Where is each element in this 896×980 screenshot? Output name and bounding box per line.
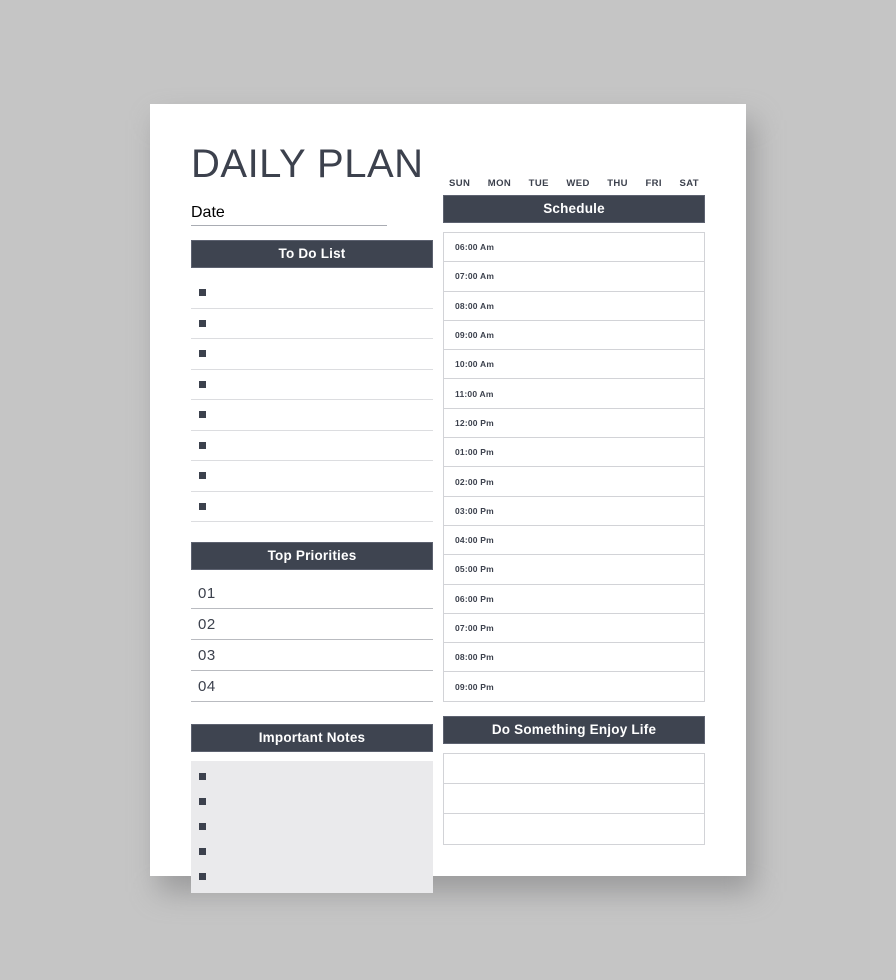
schedule-time-label: 09:00 Pm [455,681,494,692]
schedule-time-label: 03:00 Pm [455,505,494,516]
filled-square-icon [199,441,206,449]
filled-square-icon [199,823,206,830]
todo-row[interactable] [191,400,433,431]
filled-square-icon [199,411,206,419]
schedule-time-label: 06:00 Am [455,242,495,253]
note-row[interactable] [199,873,433,898]
schedule-row[interactable]: 10:00 Am [444,350,704,380]
schedule-time-label: 02:00 Pm [455,476,494,487]
schedule-row[interactable]: 06:00 Am [444,233,704,263]
schedule-row[interactable]: 02:00 Pm [444,467,704,497]
weekday-label-fri[interactable]: FRI [645,178,662,189]
weekday-label-wed[interactable]: WED [566,178,589,189]
top-priorities-heading: Top Priorities [191,542,433,570]
priority-row[interactable]: 03 [191,640,433,671]
filled-square-icon [199,798,206,805]
schedule-row[interactable]: 01:00 Pm [444,438,704,468]
date-field[interactable]: Date [191,204,387,226]
todo-row[interactable] [191,309,433,339]
todo-list-rows [191,278,433,522]
todo-row[interactable] [191,339,433,370]
schedule-row[interactable]: 07:00 Am [444,262,704,292]
schedule-time-label: 11:00 Am [455,388,494,399]
schedule-time-label: 08:00 Am [455,300,495,311]
priority-row[interactable]: 02 [191,609,433,640]
todo-row[interactable] [191,492,433,522]
weekday-label-mon[interactable]: MON [488,178,511,189]
priority-number: 01 [198,584,216,602]
schedule-row[interactable]: 05:00 Pm [444,555,704,585]
enjoy-life-row[interactable] [444,784,704,815]
schedule-time-label: 09:00 Am [455,330,495,341]
schedule-time-label: 05:00 Pm [455,564,494,575]
priority-number: 03 [198,646,216,664]
right-column: SUN MON TUE WED THU FRI SAT Schedule 06:00 Am 0… [443,104,705,845]
filled-square-icon [199,319,206,327]
todo-row[interactable] [191,370,433,400]
priority-number: 04 [198,677,216,695]
schedule-row[interactable]: 09:00 Pm [444,672,704,702]
filled-square-icon [199,873,206,880]
schedule-row[interactable]: 04:00 Pm [444,526,704,556]
schedule-row[interactable]: 09:00 Am [444,321,704,351]
filled-square-icon [199,289,206,297]
top-priorities-rows: 01 02 03 04 [191,578,433,702]
enjoy-life-row[interactable] [444,814,704,845]
filled-square-icon [199,848,206,855]
todo-list-heading: To Do List [191,240,433,268]
weekday-label-sat[interactable]: SAT [679,178,699,189]
schedule-row[interactable]: 08:00 Am [444,292,704,321]
enjoy-life-heading: Do Something Enjoy Life [443,715,705,744]
planner-sheet: DAILY PLAN Date To Do List Top Prioritie… [150,104,746,893]
schedule-row[interactable]: 11:00 Am [444,379,704,409]
schedule-time-label: 10:00 Am [455,359,495,370]
filled-square-icon [199,502,206,510]
weekday-label-sun[interactable]: SUN [449,178,470,189]
important-notes-box[interactable] [191,761,433,893]
enjoy-life-rows [443,752,705,845]
schedule-time-label: 08:00 Pm [455,652,494,663]
schedule-time-label: 12:00 Pm [455,417,494,428]
schedule-time-label: 01:00 Pm [455,447,494,458]
schedule-time-label: 06:00 Pm [455,593,494,604]
schedule-time-label: 04:00 Pm [455,535,494,546]
schedule-rows: 06:00 Am 07:00 Am 08:00 Am 09:00 Am 10:00 Am… [443,232,705,702]
schedule-row[interactable]: 12:00 Pm [444,409,704,439]
weekday-label-tue[interactable]: TUE [529,178,549,189]
note-row[interactable] [199,848,433,873]
schedule-heading: Schedule [443,195,705,223]
todo-row[interactable] [191,431,433,461]
enjoy-life-row[interactable] [444,754,704,785]
priority-number: 02 [198,615,216,633]
filled-square-icon [199,773,206,780]
note-row[interactable] [199,773,433,798]
date-label: Date [191,204,225,221]
weekday-label-thu[interactable]: THU [607,178,628,189]
schedule-time-label: 07:00 Am [455,271,495,282]
weekday-selector: SUN MON TUE WED THU FRI SAT [443,178,705,189]
note-row[interactable] [199,798,433,823]
todo-row[interactable] [191,278,433,309]
priority-row[interactable]: 04 [191,671,433,702]
schedule-time-label: 07:00 Pm [455,623,494,633]
schedule-row[interactable]: 06:00 Pm [444,585,704,614]
page-title: DAILY PLAN [191,142,424,186]
schedule-row[interactable]: 03:00 Pm [444,497,704,526]
note-row[interactable] [199,823,433,848]
todo-row[interactable] [191,461,433,492]
priority-row[interactable]: 01 [191,578,433,609]
filled-square-icon [199,350,206,358]
filled-square-icon [199,380,206,388]
filled-square-icon [199,472,206,480]
important-notes-heading: Important Notes [191,724,433,752]
schedule-row[interactable]: 07:00 Pm [444,614,704,644]
schedule-row[interactable]: 08:00 Pm [444,643,704,673]
left-column: DAILY PLAN Date To Do List Top Prioritie… [191,104,433,893]
